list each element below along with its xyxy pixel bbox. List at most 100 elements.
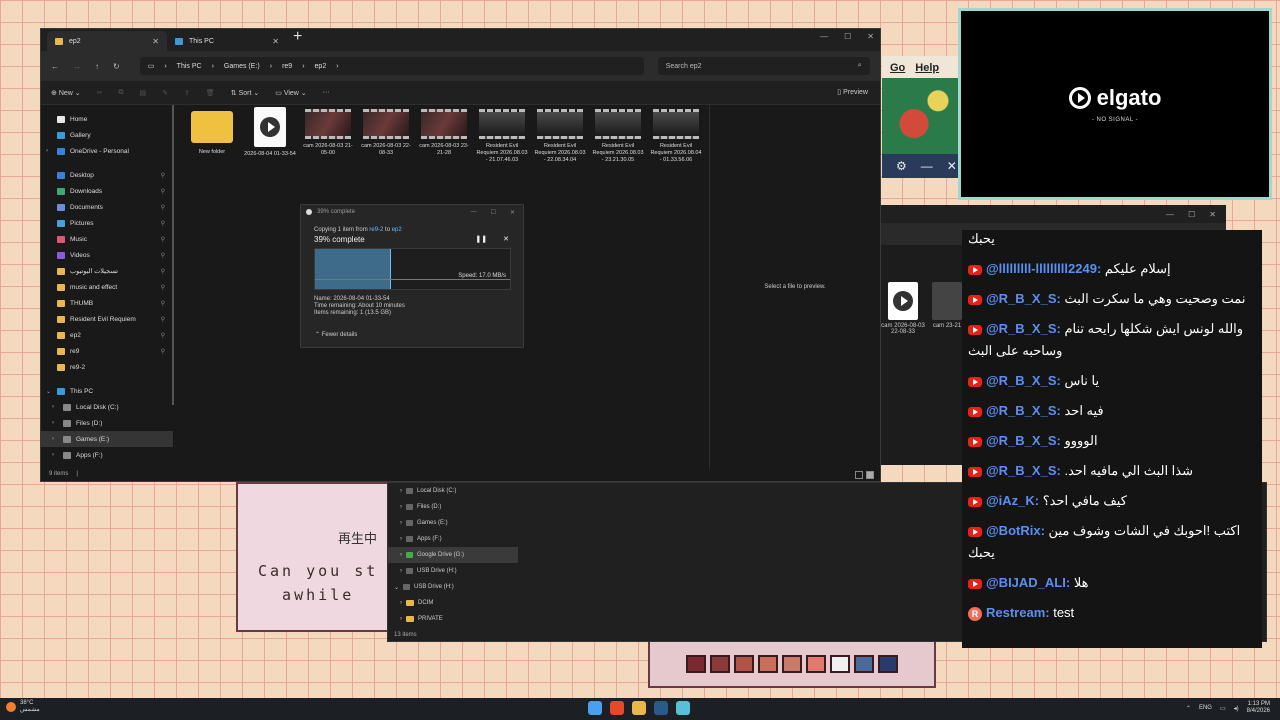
tree-item-google-drive[interactable]: › Google Drive (G:): [388, 547, 518, 563]
nav-quick-item[interactable]: re9-2: [41, 359, 173, 375]
new-tab-button[interactable]: +: [293, 28, 302, 46]
nav-quick-item[interactable]: music and effect ⚲: [41, 279, 173, 295]
nav-drive-e[interactable]: › Games (E:): [41, 431, 173, 447]
nav-quick-item[interactable]: THUMB ⚲: [41, 295, 173, 311]
search-input[interactable]: Search ep2 ⌕: [657, 57, 870, 75]
file-explorer-icon[interactable]: [632, 701, 646, 715]
file-item[interactable]: cam 2026-08-03 21-05-00: [301, 105, 355, 157]
nav-quick-item[interactable]: ep2 ⚲: [41, 327, 173, 343]
cut-icon[interactable]: ✂: [97, 89, 103, 97]
view-button[interactable]: ▭ View ⌄: [275, 89, 306, 97]
crumb-re9[interactable]: re9: [282, 63, 292, 70]
weather-widget[interactable]: 38°C مشمس: [6, 700, 40, 714]
file-item[interactable]: Resident Evil Requiem 2026.08.04 - 01.33…: [649, 105, 703, 164]
file-item[interactable]: 2026-08-04 01-33-54: [243, 105, 297, 158]
copy-icon[interactable]: ⧉: [119, 89, 124, 97]
file-item[interactable]: cam 2026-08-03 23-21-28: [417, 105, 471, 157]
game-menu[interactable]: Go Help: [882, 56, 962, 80]
nav-drive-f[interactable]: › Apps (F:): [41, 447, 173, 463]
nav-drive-c[interactable]: › Local Disk (C:): [41, 399, 173, 415]
maximize-button[interactable]: ☐: [844, 32, 851, 41]
tree-item[interactable]: › USB Drive (H:): [388, 563, 518, 579]
minimize-button[interactable]: —: [820, 32, 828, 41]
view-toggle[interactable]: [855, 471, 874, 479]
network-icon[interactable]: ▭: [1220, 705, 1226, 712]
close-icon[interactable]: ✕: [947, 159, 957, 173]
breadcrumb[interactable]: ▭ › This PC › Games (E:) › re9 › ep2 ›: [139, 57, 644, 75]
tab-this-pc[interactable]: This PC ✕: [167, 31, 287, 51]
file-item[interactable]: cam 2026-08-03 22-08-33: [359, 105, 413, 157]
tab-ep2[interactable]: ep2 ✕: [47, 31, 167, 51]
menu-help[interactable]: Help: [915, 62, 939, 74]
app-icon[interactable]: [676, 701, 690, 715]
nav-quick-item[interactable]: Documents ⚲: [41, 199, 173, 215]
right-file-1[interactable]: cam 2026-08-03 22-08-33: [880, 282, 926, 335]
forward-icon[interactable]: →: [73, 62, 81, 71]
crumb-ep2[interactable]: ep2: [315, 63, 327, 70]
back-icon[interactable]: ←: [51, 62, 59, 71]
close-button[interactable]: ✕: [510, 209, 515, 216]
nav-quick-item[interactable]: تسجيلات اليوتيوب ⚲: [41, 263, 173, 279]
nav-home[interactable]: Home: [41, 111, 173, 127]
preview-button[interactable]: ▯ Preview: [837, 88, 868, 96]
nav-drive-d[interactable]: › Files (D:): [41, 415, 173, 431]
steam-icon[interactable]: [654, 701, 668, 715]
delete-icon[interactable]: 🗑: [206, 89, 215, 97]
volume-icon[interactable]: ◂): [1234, 705, 1239, 712]
pause-button[interactable]: ❚❚: [475, 235, 487, 244]
nav-this-pc[interactable]: ⌄ This PC: [41, 383, 173, 399]
new-button[interactable]: ⊕ New ⌄: [51, 89, 81, 97]
rename-icon[interactable]: ✎: [162, 89, 168, 97]
tree-item[interactable]: › Files (D:): [388, 499, 518, 515]
cancel-button[interactable]: ✕: [503, 235, 509, 244]
file-item[interactable]: Resident Evil Requiem 2026.08.03 - 23.21…: [591, 105, 645, 164]
crumb-this-pc[interactable]: This PC: [177, 63, 202, 70]
crumb-games[interactable]: Games (E:): [224, 63, 260, 70]
start-icon[interactable]: [588, 701, 602, 715]
tree-item[interactable]: ⌄ USB Drive (H:): [388, 579, 518, 595]
language-indicator[interactable]: ENG: [1199, 705, 1212, 711]
settings-icon[interactable]: ⚙: [896, 159, 907, 173]
nav-label: Documents: [70, 203, 103, 211]
brave-icon[interactable]: [610, 701, 624, 715]
fewer-details-button[interactable]: ⌃ Fewer details: [315, 331, 523, 338]
file-item[interactable]: New folder: [185, 105, 239, 156]
destination-link[interactable]: ep2: [392, 227, 402, 233]
nav-quick-item[interactable]: Videos ⚲: [41, 247, 173, 263]
maximize-button[interactable]: ☐: [491, 209, 496, 216]
paste-icon[interactable]: ▤: [140, 89, 147, 97]
share-icon[interactable]: ⇪: [184, 89, 190, 97]
chevron-up-icon[interactable]: ⌃: [1186, 705, 1191, 712]
tree-item[interactable]: › DCIM: [388, 595, 518, 611]
nav-quick-item[interactable]: Desktop ⚲: [41, 167, 173, 183]
tree-item[interactable]: › Games (E:): [388, 515, 518, 531]
nav-quick-item[interactable]: re9 ⚲: [41, 343, 173, 359]
nav-scrollbar[interactable]: [172, 105, 174, 405]
file-item[interactable]: Resident Evil Requiem 2026.08.03 - 21.07…: [475, 105, 529, 164]
tree-item[interactable]: › Apps (F:): [388, 531, 518, 547]
nav-quick-item[interactable]: Downloads ⚲: [41, 183, 173, 199]
close-tab-icon[interactable]: ✕: [152, 37, 159, 46]
close-tab-icon[interactable]: ✕: [272, 37, 279, 46]
nav-quick-item[interactable]: Music ⚲: [41, 231, 173, 247]
more-button[interactable]: ···: [323, 89, 330, 96]
refresh-icon[interactable]: ↻: [113, 62, 120, 71]
file-item[interactable]: Resident Evil Requiem 2026.08.03 - 22.08…: [533, 105, 587, 164]
nav-gallery[interactable]: Gallery: [41, 127, 173, 143]
menu-go[interactable]: Go: [890, 62, 905, 74]
clock[interactable]: 1:13 PM 8/4/2026: [1247, 701, 1270, 715]
right-file-2[interactable]: cam 23-21: [932, 282, 962, 329]
drive-icon: [63, 435, 71, 443]
nav-onedrive[interactable]: › OneDrive - Personal: [41, 143, 173, 159]
nav-quick-item[interactable]: Resident Evil Requiem ⚲: [41, 311, 173, 327]
nav-quick-item[interactable]: Pictures ⚲: [41, 215, 173, 231]
source-link[interactable]: re9-2: [369, 227, 383, 233]
minimize-icon[interactable]: —: [921, 159, 933, 173]
sort-button[interactable]: ⇅ Sort ⌄: [231, 89, 259, 97]
up-icon[interactable]: ↑: [95, 62, 99, 71]
tree-item[interactable]: › PRIVATE: [388, 611, 518, 627]
close-button[interactable]: ✕: [867, 32, 874, 41]
home-icon: [57, 115, 65, 123]
minimize-button[interactable]: —: [471, 209, 477, 216]
tree-item[interactable]: › Local Disk (C:): [388, 483, 518, 499]
